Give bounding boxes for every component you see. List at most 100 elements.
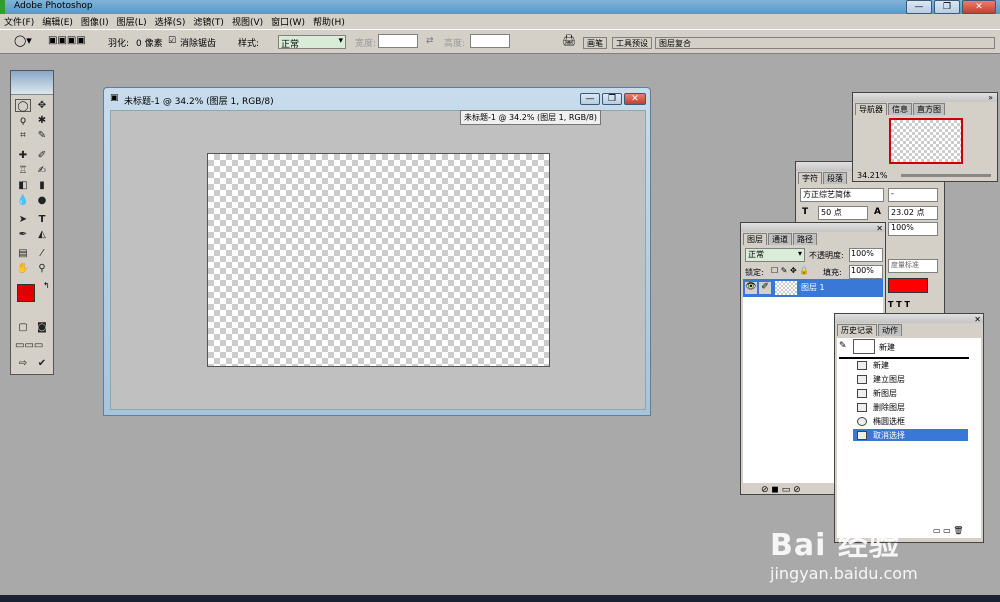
jump-to-imageready-icon[interactable]: ⇨ — [15, 357, 31, 370]
zoom-tool-icon[interactable]: ⚲ — [34, 262, 50, 275]
swap-icon[interactable]: ⇄ — [426, 36, 434, 46]
extra-tool-icon[interactable]: ✔ — [34, 357, 50, 370]
tab-character[interactable]: 字符 — [798, 172, 822, 184]
clone-stamp-icon[interactable]: ♖ — [15, 164, 31, 177]
tab-paragraph[interactable]: 段落 — [823, 172, 847, 184]
crop-tool-icon[interactable]: ⌗ — [15, 129, 31, 142]
lock-icons[interactable]: ☐ ✎ ✥ 🔒 — [771, 266, 809, 275]
document-window[interactable]: ▣ 未标题-1 @ 34.2% (图层 1, RGB/8) — ❐ ✕ — [103, 87, 651, 416]
menu-select[interactable]: 选择(S) — [155, 15, 186, 28]
doc-minimize-button[interactable]: — — [580, 93, 600, 105]
close-button[interactable]: ✕ — [962, 0, 996, 14]
canvas-area[interactable] — [110, 110, 646, 410]
navigator-zoom[interactable]: 34.21% — [857, 171, 888, 180]
swap-colors-icon[interactable]: ↰ — [43, 281, 50, 290]
notes-tool-icon[interactable]: ▤ — [15, 247, 31, 260]
tab-paths[interactable]: 路径 — [793, 233, 817, 245]
tab-histogram[interactable]: 直方图 — [913, 103, 945, 115]
feather-value[interactable]: 0 像素 — [136, 36, 163, 49]
leading-field[interactable]: 23.02 点 — [888, 206, 938, 220]
tab-channels[interactable]: 通道 — [768, 233, 792, 245]
tab-history[interactable]: 历史记录 — [837, 324, 877, 336]
panel-close-icon[interactable]: ✕ — [974, 315, 981, 324]
lasso-tool-icon[interactable]: ϙ — [15, 114, 31, 127]
eye-icon[interactable]: 👁 — [745, 282, 757, 294]
well-layer-comps[interactable]: 图层复合 — [655, 37, 995, 49]
path-select-icon[interactable]: ➤ — [15, 213, 31, 226]
text-color-swatch[interactable] — [888, 278, 928, 293]
opacity-field[interactable]: 100% — [849, 248, 883, 262]
height-field[interactable] — [470, 34, 510, 48]
blur-tool-icon[interactable]: 💧 — [15, 194, 31, 207]
screen-mode-icon[interactable]: ▭▭▭ — [15, 339, 43, 352]
history-item-selected[interactable]: 取消选择 — [853, 429, 968, 442]
shape-tool-icon[interactable]: ◭ — [34, 228, 50, 241]
transparent-canvas[interactable] — [207, 153, 550, 367]
pen-tool-icon[interactable]: ✒ — [15, 228, 31, 241]
history-bottom-icons[interactable]: ▭ ▭ 🗑 — [933, 526, 963, 535]
dodge-tool-icon[interactable]: ● — [34, 194, 50, 207]
menu-edit[interactable]: 编辑(E) — [42, 15, 73, 28]
doc-maximize-button[interactable]: ❐ — [602, 93, 622, 105]
type-tool-icon[interactable]: T — [34, 213, 50, 226]
antialias-checkbox[interactable]: ☑ — [168, 36, 176, 46]
blend-mode-select[interactable]: 正常 ▾ — [745, 248, 805, 262]
eyedropper-icon[interactable]: ⁄ — [34, 247, 50, 260]
history-item[interactable]: 新建 — [853, 359, 968, 372]
layer-name[interactable]: 图层 1 — [801, 282, 825, 293]
kerning-select[interactable]: 度量标准 — [888, 259, 938, 273]
magic-wand-icon[interactable]: ✱ — [34, 114, 50, 127]
layer-row[interactable]: 👁 ✐ 图层 1 — [743, 279, 883, 297]
history-brush-icon[interactable]: ✍ — [34, 164, 50, 177]
well-brushes[interactable]: 画笔 — [583, 37, 607, 49]
tab-actions[interactable]: 动作 — [878, 324, 902, 336]
menu-window[interactable]: 窗口(W) — [271, 15, 305, 28]
hand-tool-icon[interactable]: ✋ — [15, 262, 31, 275]
maximize-button[interactable]: ❐ — [934, 0, 960, 14]
snapshot-thumbnail[interactable] — [853, 339, 875, 354]
tab-navigator[interactable]: 导航器 — [855, 103, 887, 115]
text-style-icons[interactable]: T T T — [888, 300, 910, 309]
scale-field[interactable]: 100% — [888, 222, 938, 236]
width-field[interactable] — [378, 34, 418, 48]
zoom-slider[interactable] — [901, 174, 991, 177]
slice-tool-icon[interactable]: ✎ — [34, 129, 50, 142]
menu-view[interactable]: 视图(V) — [232, 15, 263, 28]
healing-brush-icon[interactable]: ✚ — [15, 149, 31, 162]
panel-menu-icon[interactable]: » — [988, 93, 993, 102]
tab-info[interactable]: 信息 — [888, 103, 912, 115]
layer-bottom-icons[interactable]: ⊘ ◼ ▭ ⊘ — [761, 485, 801, 495]
navigator-preview[interactable] — [889, 118, 963, 164]
menu-image[interactable]: 图像(I) — [81, 15, 109, 28]
eraser-tool-icon[interactable]: ◧ — [15, 179, 31, 192]
ellipse-marquee-icon[interactable]: ◯▾ — [14, 34, 32, 47]
palette-well-icon[interactable]: 🖨 — [562, 34, 576, 47]
history-item[interactable]: 椭圆选框 — [853, 415, 968, 428]
well-tool-presets[interactable]: 工具预设 — [612, 37, 652, 49]
panel-close-icon[interactable]: ✕ — [876, 224, 883, 233]
move-tool-icon[interactable]: ✥ — [34, 99, 50, 112]
menu-layer[interactable]: 图层(L) — [117, 15, 147, 28]
brush-tool-icon[interactable]: ✐ — [34, 149, 50, 162]
history-brush-source-icon[interactable]: ✎ — [839, 341, 847, 351]
history-item[interactable]: 新图层 — [853, 387, 968, 400]
history-item[interactable]: 删除图层 — [853, 401, 968, 414]
font-style-select[interactable]: - — [888, 188, 938, 202]
gradient-tool-icon[interactable]: ▮ — [34, 179, 50, 192]
fill-field[interactable]: 100% — [849, 265, 883, 279]
selection-mode-icons[interactable]: ▣▣▣▣ — [48, 35, 86, 46]
font-family-select[interactable]: 方正综艺简体 — [800, 188, 884, 202]
foreground-color-swatch[interactable] — [17, 284, 35, 302]
tab-layers[interactable]: 图层 — [743, 233, 767, 245]
font-size-field[interactable]: 50 点 — [818, 206, 868, 220]
menu-file[interactable]: 文件(F) — [4, 15, 34, 28]
standard-mode-icon[interactable]: ▢ — [15, 321, 31, 334]
history-item[interactable]: 建立图层 — [853, 373, 968, 386]
marquee-tool-icon[interactable]: ◯ — [15, 99, 31, 112]
doc-close-button[interactable]: ✕ — [624, 93, 646, 105]
style-select[interactable]: 正常 ▾ — [278, 35, 346, 50]
menu-filter[interactable]: 滤镜(T) — [193, 15, 224, 28]
menu-help[interactable]: 帮助(H) — [313, 15, 345, 28]
quickmask-mode-icon[interactable]: ◙ — [34, 321, 50, 334]
minimize-button[interactable]: — — [906, 0, 932, 14]
